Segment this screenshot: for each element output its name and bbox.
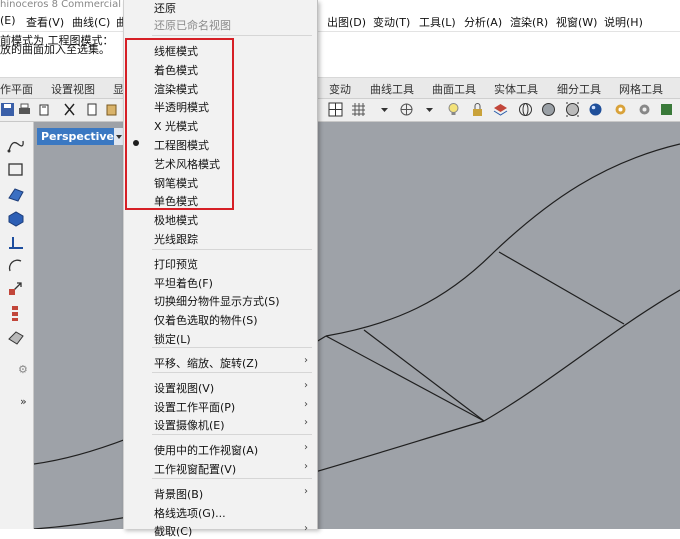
viewport-title-tab[interactable]: Perspective — [37, 128, 119, 145]
cut-icon[interactable] — [62, 102, 77, 117]
viewport-layout-icon[interactable] — [328, 102, 343, 117]
solid-tool-icon[interactable] — [6, 208, 26, 228]
menu-render[interactable]: 渲染(R) — [510, 14, 548, 30]
menu-item-raytraced[interactable]: 光线跟踪 — [124, 228, 317, 247]
grid-icon[interactable] — [351, 102, 366, 117]
menu-edit[interactable]: (E) — [0, 14, 16, 27]
menu-separator — [152, 35, 312, 36]
menu-item-set-view[interactable]: 设置视图(V) › — [124, 377, 317, 396]
tab-solid-tools[interactable]: 实体工具 — [494, 81, 538, 97]
surface-tool-icon[interactable] — [6, 184, 26, 204]
submenu-arrow-icon: › — [304, 417, 308, 428]
menu-item-set-cplane[interactable]: 设置工作平面(P) › — [124, 396, 317, 415]
command-history-line: 放的曲面加入至选集。 — [0, 43, 110, 56]
menu-dimension[interactable]: 出图(D) — [327, 14, 366, 30]
tab-cplane[interactable]: 作平面 — [0, 81, 33, 97]
menu-item-viewport-layout[interactable]: 工作视窗配置(V) › — [124, 458, 317, 477]
submenu-arrow-icon: › — [304, 380, 308, 391]
shaded-sphere-icon[interactable] — [541, 102, 556, 117]
submenu-arrow-icon: › — [304, 486, 308, 497]
menu-view[interactable]: 查看(V) — [26, 14, 64, 30]
submenu-arrow-icon: › — [304, 399, 308, 410]
menu-item-grid-options[interactable]: 格线选项(G)... — [124, 502, 317, 521]
standard-toolbar — [0, 99, 680, 122]
array-tool-icon[interactable] — [6, 303, 26, 323]
menu-item-set-camera[interactable]: 设置摄像机(E) › — [124, 414, 317, 433]
settings-icon[interactable]: ⚙ — [18, 363, 28, 376]
extrude-tool-icon[interactable] — [6, 232, 26, 252]
menu-item-pan-zoom-rotate[interactable]: 平移、缩放、旋转(Z) › — [124, 352, 317, 371]
menu-item-arctic[interactable]: 极地模式 — [124, 209, 317, 228]
menu-separator — [152, 347, 312, 348]
menu-item-active-viewport[interactable]: 使用中的工作视窗(A) › — [124, 439, 317, 458]
wire-sphere-icon[interactable] — [518, 102, 533, 117]
tab-curve-tools[interactable]: 曲线工具 — [370, 81, 414, 97]
tab-subd-tools[interactable]: 细分工具 — [557, 81, 601, 97]
tab-set-view[interactable]: 设置视图 — [51, 81, 95, 97]
highlight-box-display-modes — [125, 38, 234, 210]
lock-icon[interactable] — [470, 102, 485, 117]
tab-surface-tools[interactable]: 曲面工具 — [432, 81, 476, 97]
toolbar-tab-bar: 作平面 设置视图 显 变动 曲线工具 曲面工具 实体工具 细分工具 网格工具 — [0, 78, 680, 99]
menu-item-toggle-subd-display[interactable]: 切换细分物件显示方式(S) — [124, 290, 317, 309]
plugin-icon[interactable] — [659, 102, 674, 117]
menu-help[interactable]: 说明(H) — [604, 14, 643, 30]
menu-item-restore-named-view[interactable]: 还原已命名视图 — [124, 14, 317, 33]
mesh-tool-icon[interactable] — [6, 327, 26, 347]
menu-item-print-preview[interactable]: 打印预览 — [124, 253, 317, 272]
menu-item-capture[interactable]: 截取(C) › — [124, 520, 317, 539]
paste-icon[interactable] — [105, 102, 120, 117]
rendered-sphere-icon[interactable] — [588, 102, 603, 117]
command-history: 前模式为 工程图模式： 放的曲面加入至选集。 — [0, 32, 680, 78]
render-sphere-icon[interactable] — [565, 102, 580, 117]
menu-separator — [152, 249, 312, 250]
copy-clipboard-icon[interactable] — [85, 102, 100, 117]
menu-window[interactable]: 视窗(W) — [556, 14, 597, 30]
tab-mesh-tools[interactable]: 网格工具 — [619, 81, 663, 97]
menu-item-lock[interactable]: 锁定(L) — [124, 328, 317, 347]
menu-item-background-bitmap[interactable]: 背景图(B) › — [124, 483, 317, 502]
menu-item-shade-selected[interactable]: 仅着色选取的物件(S) — [124, 309, 317, 328]
rectangle-tool-icon[interactable] — [6, 160, 26, 180]
window-title-bar: hinoceros 8 Commercial — [0, 0, 680, 11]
arc-tool-icon[interactable] — [6, 256, 26, 276]
window-title: hinoceros 8 Commercial — [0, 0, 121, 10]
menu-analyze[interactable]: 分析(A) — [464, 14, 502, 30]
dropdown-arrow-icon[interactable] — [377, 102, 392, 117]
menu-tools[interactable]: 工具(L) — [419, 14, 456, 30]
print-icon[interactable] — [17, 102, 32, 117]
layer-icon[interactable] — [493, 102, 508, 117]
dropdown-arrow-icon[interactable] — [422, 102, 437, 117]
expand-more-icon[interactable]: » — [20, 395, 27, 408]
submenu-arrow-icon: › — [304, 355, 308, 366]
left-tool-palette: ⚙ » — [0, 122, 34, 529]
gear-icon[interactable] — [637, 102, 652, 117]
save-icon[interactable] — [0, 102, 15, 117]
transform-tool-icon[interactable] — [6, 279, 26, 299]
submenu-arrow-icon: › — [304, 442, 308, 453]
copy-icon[interactable] — [37, 102, 52, 117]
menu-separator — [152, 478, 312, 479]
curve-tool-icon[interactable] — [6, 136, 26, 156]
menu-bar: (E) 查看(V) 曲线(C) 曲 出图(D) 变动(T) 工具(L) 分析(A… — [0, 11, 680, 32]
menu-separator — [152, 434, 312, 435]
tab-transform[interactable]: 变动 — [329, 81, 351, 97]
menu-curve[interactable]: 曲线(C) — [72, 14, 110, 30]
menu-transform[interactable]: 变动(T) — [373, 14, 410, 30]
menu-item-flat-shade[interactable]: 平坦着色(F) — [124, 272, 317, 291]
submenu-arrow-icon: › — [304, 461, 308, 472]
menu-separator — [152, 372, 312, 373]
options-icon[interactable] — [613, 102, 628, 117]
light-bulb-icon[interactable] — [446, 102, 461, 117]
target-icon[interactable] — [399, 102, 414, 117]
